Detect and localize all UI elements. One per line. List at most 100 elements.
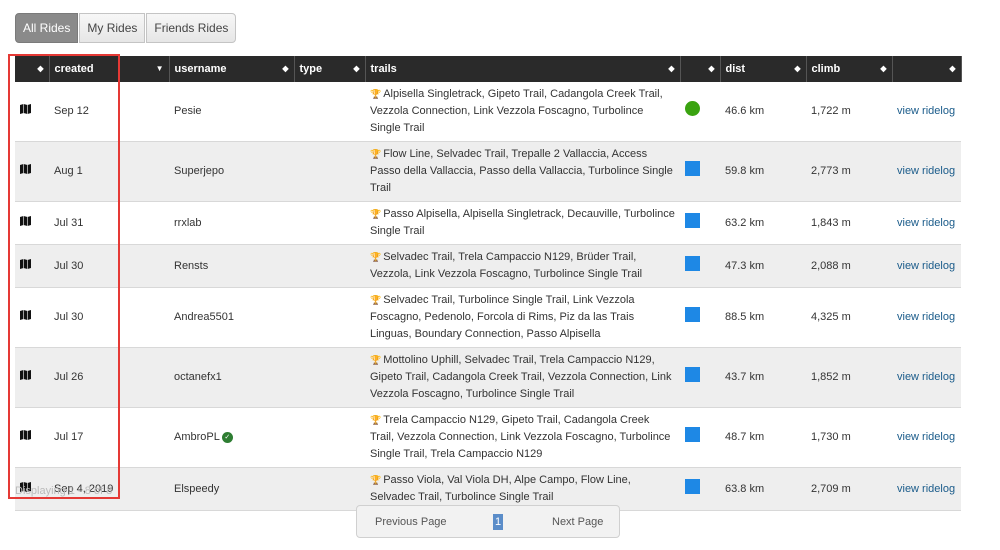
- username[interactable]: AmbroPL: [174, 431, 220, 443]
- dist-cell: 88.5 km: [720, 287, 806, 348]
- sort-icon: ◆: [949, 64, 956, 73]
- username[interactable]: Superjepo: [174, 165, 224, 177]
- indicator-cell: [680, 141, 720, 202]
- climb-cell: 2,709 m: [806, 467, 892, 511]
- view-ridelog-link[interactable]: view ridelog: [897, 311, 955, 323]
- type-cell: [294, 82, 365, 142]
- created-cell: Sep 12: [49, 82, 169, 142]
- column-header-climb[interactable]: climb ◆: [806, 56, 893, 82]
- map-cell: [15, 244, 49, 288]
- map-cell: [15, 407, 49, 468]
- dist-cell: 46.6 km: [720, 82, 806, 142]
- map-icon[interactable]: [20, 370, 31, 380]
- table-row: Aug 1 Superjepo 🏆 Flow Line, Selvadec Trail…: [15, 141, 961, 202]
- username[interactable]: rrxlab: [174, 217, 202, 229]
- sort-icon: ◆: [708, 64, 715, 73]
- column-header-username[interactable]: username ◆: [169, 56, 295, 82]
- action-cell: view ridelog: [892, 82, 961, 142]
- view-ridelog-link[interactable]: view ridelog: [897, 165, 955, 177]
- trails-cell: 🏆 Selvadec Trail, Turbolince Single Trail…: [365, 287, 680, 348]
- type-cell: [294, 347, 365, 408]
- indicator-cell: [680, 201, 720, 245]
- ride-indicator-icon: [685, 478, 700, 494]
- map-icon[interactable]: [20, 215, 31, 226]
- username[interactable]: Elspeedy: [174, 483, 219, 495]
- trophy-icon: 🏆: [370, 252, 382, 262]
- trails-list: Passo Viola, Val Viola DH, Alpe Campo, F…: [370, 474, 631, 503]
- tab-my-rides[interactable]: My Rides: [79, 13, 146, 43]
- next-page-button[interactable]: Next Page: [552, 516, 603, 528]
- sort-icon: ◆: [668, 64, 675, 73]
- trails-cell: 🏆 Trela Campaccio N129, Gipeto Trail, Cad…: [365, 407, 680, 468]
- map-cell: [15, 287, 49, 348]
- trails-list: Flow Line, Selvadec Trail, Trepalle 2 Va…: [370, 148, 673, 194]
- username[interactable]: Andrea5501: [174, 311, 234, 323]
- ride-indicator-icon: [685, 367, 700, 382]
- trails-list: Alpisella Singletrack, Gipeto Trail, Cad…: [370, 88, 663, 134]
- trails-list: Selvadec Trail, Trela Campaccio N129, Br…: [370, 251, 643, 280]
- created-cell: Aug 1: [49, 141, 169, 202]
- username-cell: Rensts: [169, 244, 294, 288]
- map-cell: [15, 141, 49, 202]
- trophy-icon: 🏆: [370, 295, 382, 305]
- type-cell: [294, 244, 365, 288]
- dist-cell: 43.7 km: [720, 347, 806, 408]
- view-ridelog-link[interactable]: view ridelog: [897, 483, 955, 495]
- indicator-cell: [680, 287, 720, 348]
- table-row: Jul 30 Andrea5501 🏆 Selvadec Trail, Turboli…: [15, 287, 961, 348]
- trails-list: Trela Campaccio N129, Gipeto Trail, Cada…: [370, 414, 671, 460]
- map-icon[interactable]: [20, 258, 31, 269]
- action-cell: view ridelog: [892, 347, 961, 408]
- climb-cell: 2,088 m: [806, 244, 892, 288]
- view-ridelog-link[interactable]: view ridelog: [897, 217, 955, 229]
- column-header-trails[interactable]: trails ◆: [365, 56, 681, 82]
- username-cell: Elspeedy: [169, 467, 294, 511]
- column-header-created[interactable]: created ▼: [49, 56, 170, 82]
- map-icon[interactable]: [20, 310, 31, 320]
- column-header-indicator[interactable]: ◆: [680, 56, 721, 82]
- indicator-cell: [680, 244, 720, 288]
- sort-desc-icon: ▼: [155, 64, 164, 73]
- ride-filter-tabs: All Rides My Rides Friends Rides: [15, 13, 237, 43]
- indicator-cell: [680, 467, 720, 511]
- view-ridelog-link[interactable]: view ridelog: [897, 105, 955, 117]
- dist-cell: 48.7 km: [720, 407, 806, 468]
- map-icon[interactable]: [20, 430, 31, 440]
- column-header-map[interactable]: ◆: [15, 56, 50, 82]
- table-row: Jul 26 octanefx1 🏆 Mottolino Uphill, Selvad…: [15, 347, 961, 408]
- trails-list: Selvadec Trail, Turbolince Single Trail,…: [370, 294, 635, 340]
- climb-cell: 1,722 m: [806, 82, 892, 142]
- climb-cell: 1,843 m: [806, 201, 892, 245]
- column-header-type[interactable]: type ◆: [294, 56, 366, 82]
- type-cell: [294, 201, 365, 245]
- username[interactable]: Rensts: [174, 260, 208, 272]
- ride-indicator-icon: [685, 427, 700, 442]
- column-header-action[interactable]: ◆: [892, 56, 962, 82]
- dist-cell: 47.3 km: [720, 244, 806, 288]
- view-ridelog-link[interactable]: view ridelog: [897, 431, 955, 443]
- username[interactable]: Pesie: [174, 105, 202, 117]
- view-ridelog-link[interactable]: view ridelog: [897, 260, 955, 272]
- tab-all-rides[interactable]: All Rides: [15, 13, 79, 43]
- trophy-icon: 🏆: [370, 355, 382, 365]
- current-page-number[interactable]: 1: [493, 514, 503, 530]
- tab-friends-rides[interactable]: Friends Rides: [146, 13, 237, 43]
- column-header-label: climb: [811, 63, 841, 75]
- action-cell: view ridelog: [892, 141, 961, 202]
- sort-icon: ◆: [37, 64, 44, 73]
- column-header-label: created: [54, 63, 94, 75]
- view-ridelog-link[interactable]: view ridelog: [897, 371, 955, 383]
- created-cell: Jul 30: [49, 287, 169, 348]
- sort-icon: ◆: [353, 64, 360, 73]
- trophy-icon: 🏆: [370, 149, 382, 159]
- map-icon[interactable]: [20, 104, 31, 114]
- column-header-dist[interactable]: dist ◆: [720, 56, 807, 82]
- created-cell: Jul 26: [49, 347, 169, 408]
- username[interactable]: octanefx1: [174, 371, 222, 383]
- type-cell: [294, 141, 365, 202]
- map-icon[interactable]: [20, 164, 31, 174]
- previous-page-button[interactable]: Previous Page: [375, 516, 447, 528]
- dist-cell: 63.8 km: [720, 467, 806, 511]
- trails-cell: 🏆 Passo Alpisella, Alpisella Singletrack,…: [365, 201, 680, 245]
- table-row: Jul 30 Rensts 🏆 Selvadec Trail, Trela Campa…: [15, 244, 961, 288]
